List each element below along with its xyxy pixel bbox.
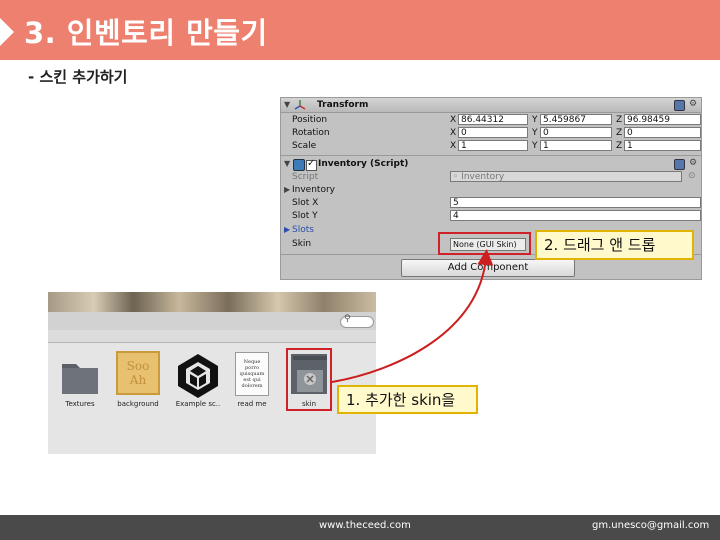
- drag-arrow: [331, 249, 494, 383]
- footer-website: www.theceed.com: [319, 520, 411, 531]
- footer-bar: www.theceed.com gm.unesco@gmail.com: [0, 515, 720, 540]
- footer-email: gm.unesco@gmail.com: [592, 520, 710, 531]
